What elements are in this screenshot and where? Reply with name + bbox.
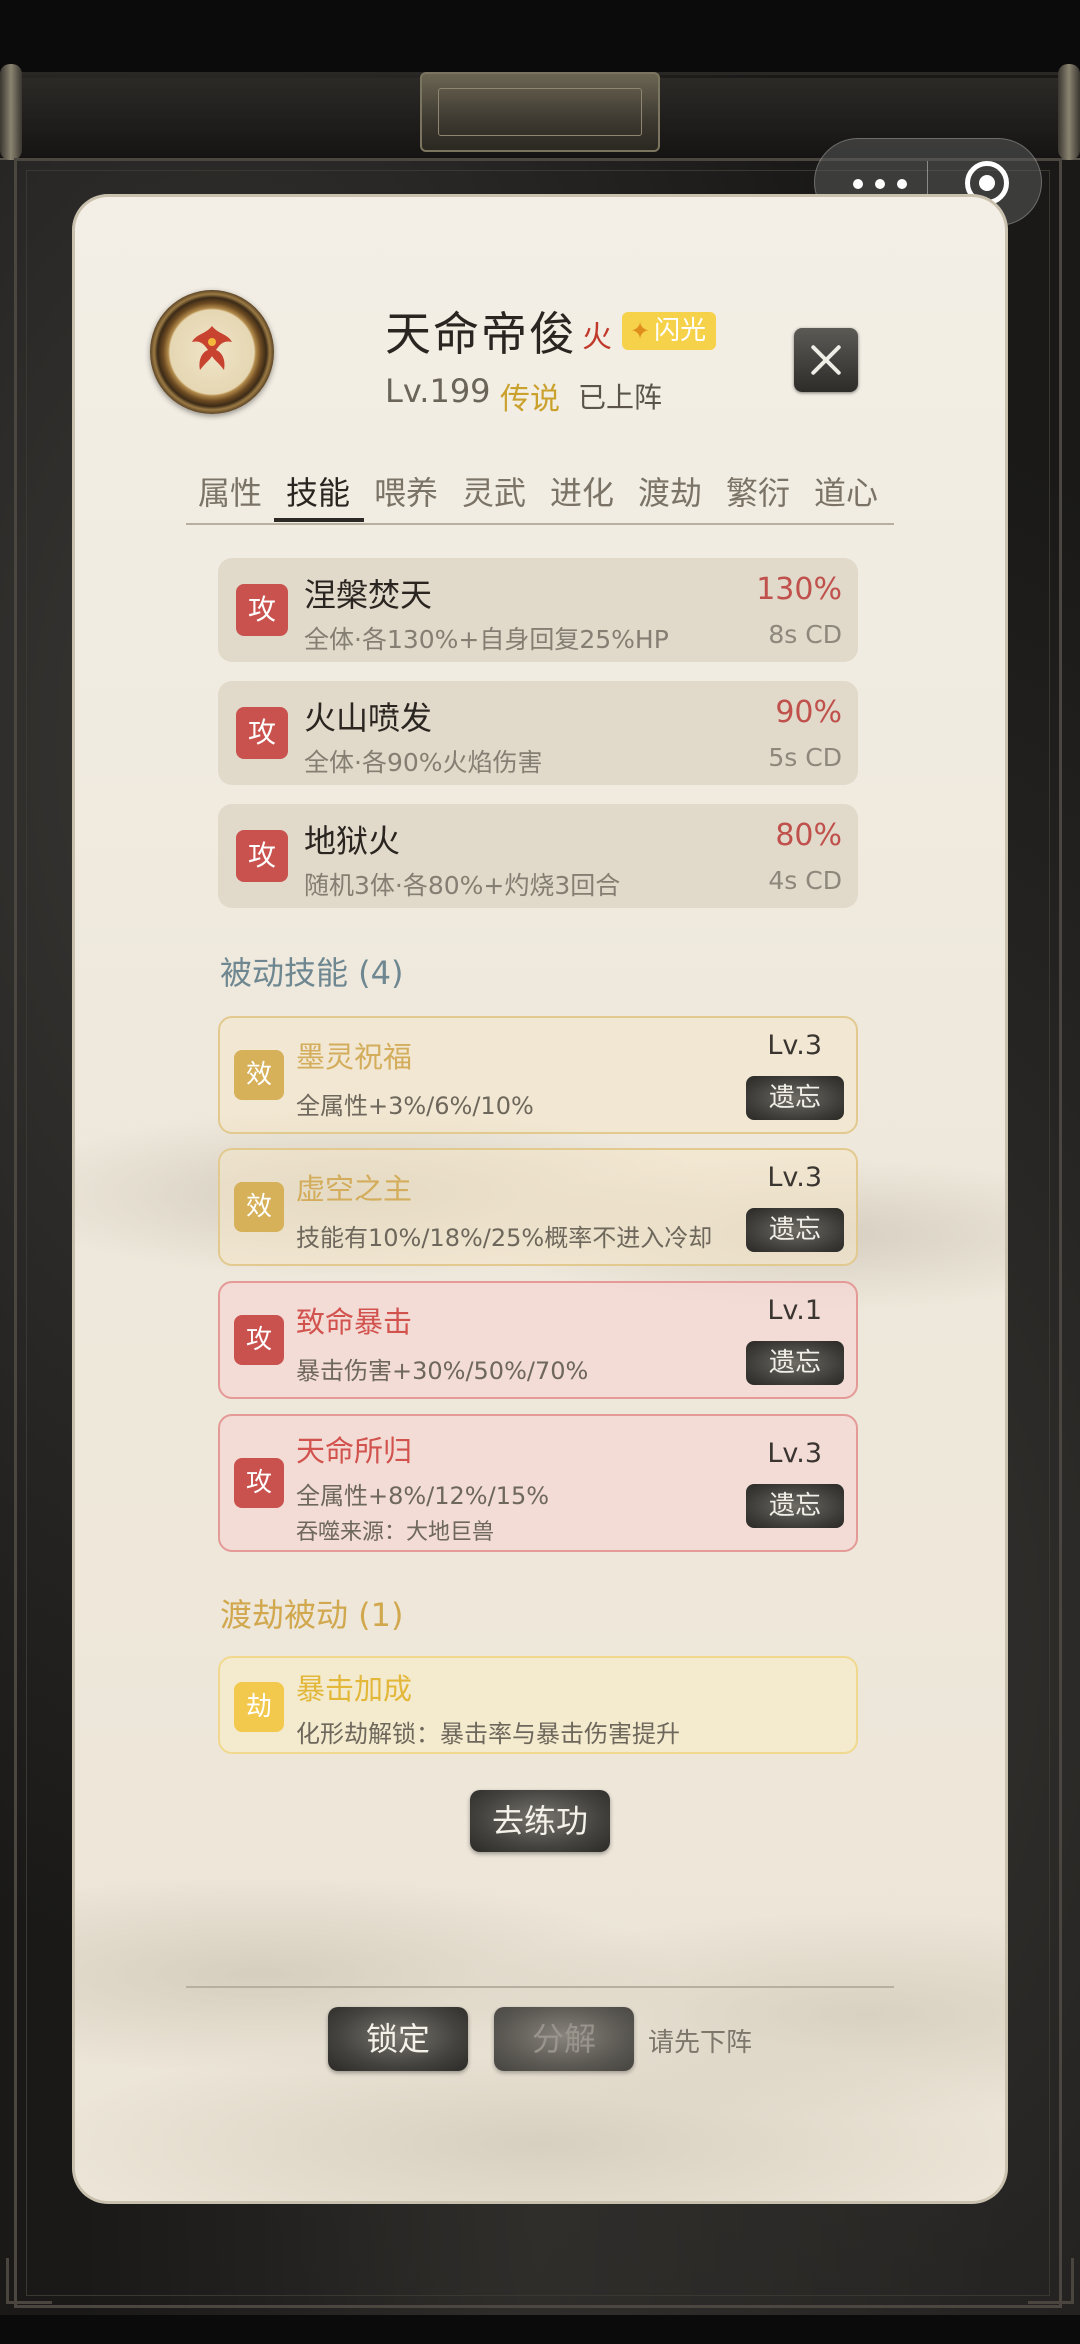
attack-badge: 攻 [234, 1315, 284, 1365]
deploy-status: 已上阵 [578, 381, 663, 414]
tribulation-badge: 劫 [234, 1682, 284, 1732]
passive-skill-card: 攻 天命所归 全属性+8%/12%/15% 吞噬来源：大地巨兽 Lv.3 遗忘 [218, 1414, 858, 1552]
scroll-rod-right [1058, 64, 1080, 160]
forget-button[interactable]: 遗忘 [746, 1076, 844, 1120]
active-skill-card[interactable]: 攻 涅槃焚天 全体·各130%+自身回复25%HP 130% 8s CD [218, 558, 858, 662]
skill-name: 涅槃焚天 [304, 576, 433, 614]
attack-badge: 攻 [236, 584, 288, 636]
skill-desc: 随机3体·各80%+灼烧3回合 [304, 871, 621, 900]
tab-feed[interactable]: 喂养 [362, 468, 450, 514]
passive-name: 天命所归 [296, 1434, 413, 1468]
skill-desc: 全体·各130%+自身回复25%HP [304, 625, 669, 654]
skill-cooldown: 8s CD [768, 620, 842, 649]
passive-section-title: 被动技能 (4) [220, 954, 404, 992]
tab-divider [186, 523, 894, 525]
character-avatar [150, 290, 274, 414]
passive-skill-card: 效 虚空之主 技能有10%/18%/25%概率不进入冷却 Lv.3 遗忘 [218, 1148, 858, 1266]
element-tag: 火 [582, 320, 612, 355]
active-skill-card[interactable]: 攻 地狱火 随机3体·各80%+灼烧3回合 80% 4s CD [218, 804, 858, 908]
more-icon[interactable] [853, 169, 913, 197]
effect-badge: 效 [234, 1182, 284, 1232]
train-button[interactable]: 去练功 [470, 1790, 610, 1852]
passive-name: 墨灵祝福 [296, 1040, 413, 1074]
skill-name: 地狱火 [304, 822, 401, 860]
tab-attributes[interactable]: 属性 [186, 468, 274, 514]
forget-button[interactable]: 遗忘 [746, 1341, 844, 1385]
attack-badge: 攻 [236, 830, 288, 882]
tribulation-name: 暴击加成 [296, 1672, 413, 1706]
forget-button[interactable]: 遗忘 [746, 1208, 844, 1252]
corner-ornament-br [1028, 2258, 1074, 2304]
skill-cooldown: 4s CD [768, 866, 842, 895]
lock-button[interactable]: 锁定 [328, 2007, 468, 2071]
forget-button[interactable]: 遗忘 [746, 1484, 844, 1528]
tab-spirit-weapon[interactable]: 灵武 [450, 468, 538, 514]
effect-badge: 效 [234, 1050, 284, 1100]
sparkle-icon: ✦ [630, 317, 651, 345]
passive-skill-card: 攻 致命暴击 暴击伤害+30%/50%/70% Lv.1 遗忘 [218, 1281, 858, 1399]
attack-badge: 攻 [236, 707, 288, 759]
passive-desc: 全属性+8%/12%/15% [296, 1482, 550, 1510]
skill-percent: 80% [775, 818, 842, 853]
corner-ornament-bl [6, 2258, 52, 2304]
skill-name: 火山喷发 [304, 699, 433, 737]
scroll-cap-ornament [420, 72, 660, 152]
passive-skill-card: 效 墨灵祝福 全属性+3%/6%/10% Lv.3 遗忘 [218, 1016, 858, 1134]
decompose-button[interactable]: 分解 [494, 2007, 634, 2071]
passive-level: Lv.3 [767, 1162, 822, 1193]
character-name: 天命帝俊 [385, 307, 577, 361]
tribulation-skill-card: 劫 暴击加成 化形劫解锁：暴击率与暴击伤害提升 [218, 1656, 858, 1754]
passive-level: Lv.3 [767, 1030, 822, 1061]
passive-level: Lv.3 [767, 1438, 822, 1469]
character-level: Lv.199 [385, 372, 491, 410]
shine-label: 闪光 [654, 316, 707, 346]
close-button[interactable] [794, 328, 858, 392]
tab-breed[interactable]: 繁衍 [714, 468, 802, 514]
rarity-label: 传说 [500, 382, 560, 417]
undeploy-hint: 请先下阵 [648, 2028, 753, 2058]
passive-desc: 暴击伤害+30%/50%/70% [296, 1357, 589, 1385]
tribulation-section-title: 渡劫被动 (1) [220, 1596, 404, 1634]
footer-divider [186, 1986, 894, 1988]
attack-badge: 攻 [234, 1458, 284, 1508]
passive-level: Lv.1 [767, 1295, 822, 1326]
tab-active-indicator [274, 518, 364, 522]
tab-evolve[interactable]: 进化 [538, 468, 626, 514]
passive-desc: 全属性+3%/6%/10% [296, 1092, 534, 1120]
scroll-rod-left [0, 64, 22, 160]
skill-desc: 全体·各90%火焰伤害 [304, 748, 543, 777]
skill-percent: 130% [756, 572, 842, 607]
passive-name: 致命暴击 [296, 1305, 413, 1339]
tribulation-desc: 化形劫解锁：暴击率与暴击伤害提升 [296, 1720, 680, 1748]
skill-percent: 90% [775, 695, 842, 730]
passive-source: 吞噬来源：大地巨兽 [296, 1520, 495, 1545]
passive-desc: 技能有10%/18%/25%概率不进入冷却 [296, 1224, 713, 1252]
active-skill-card[interactable]: 攻 火山喷发 全体·各90%火焰伤害 90% 5s CD [218, 681, 858, 785]
passive-name: 虚空之主 [296, 1172, 413, 1206]
tab-skills[interactable]: 技能 [274, 468, 362, 514]
tab-tribulation[interactable]: 渡劫 [626, 468, 714, 514]
tab-dao-heart[interactable]: 道心 [802, 468, 890, 514]
phoenix-icon [192, 326, 232, 370]
skill-cooldown: 5s CD [768, 743, 842, 772]
shine-badge: ✦ 闪光 [622, 312, 717, 350]
